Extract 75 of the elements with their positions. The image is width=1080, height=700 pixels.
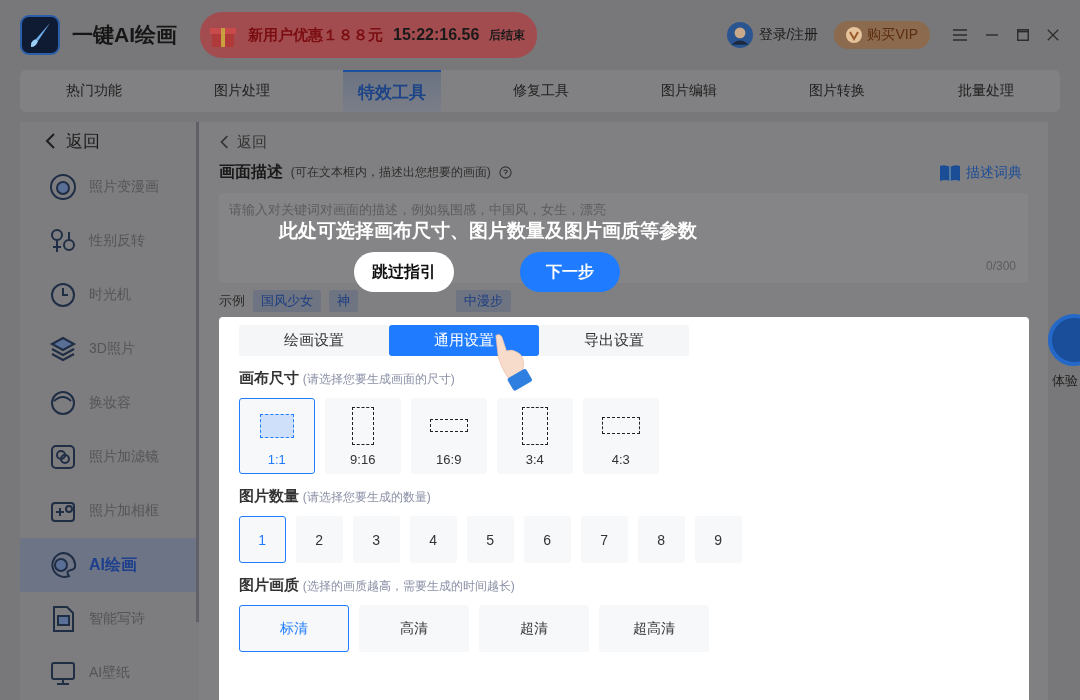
settings-tab[interactable]: 绘画设置 <box>238 325 389 356</box>
quality-option[interactable]: 超高清 <box>598 605 709 652</box>
section-hint: (请选择您要生成画面的尺寸) <box>302 371 455 388</box>
monitor-icon <box>49 659 77 687</box>
canvas-size-option[interactable]: 9:16 <box>324 398 401 474</box>
image-count-option[interactable]: 7 <box>580 516 628 563</box>
nav-tab[interactable]: 批量处理 <box>911 70 1060 112</box>
guide-message: 此处可选择画布尺寸、图片数量及图片画质等参数 <box>278 219 697 243</box>
section-hint: (请选择您要生成的数量) <box>302 489 431 506</box>
promo-banner[interactable]: 新用户优惠１８８元 15:22:16.56 后结束 <box>200 12 538 58</box>
login-link[interactable]: 登录/注册 <box>758 26 819 44</box>
section-title: 图片数量 <box>238 487 299 506</box>
image-count-option[interactable]: 3 <box>352 516 400 563</box>
section-title: 图片画质 <box>238 576 299 595</box>
nav-tab[interactable]: 热门功能 <box>20 70 169 112</box>
vip-icon <box>846 27 863 43</box>
image-count-option[interactable]: 4 <box>409 516 457 563</box>
image-count-option[interactable]: 8 <box>637 516 685 563</box>
filter-icon <box>49 443 77 471</box>
image-count-option[interactable]: 6 <box>523 516 571 563</box>
example-tag[interactable]: 中漫步 <box>455 290 511 312</box>
app-title: 一键AI绘画 <box>72 22 177 48</box>
countdown-suffix: 后结束 <box>489 26 526 44</box>
buy-vip-button[interactable]: 购买VIP <box>834 21 930 49</box>
image-count-option[interactable]: 5 <box>466 516 514 563</box>
canvas-size-option[interactable]: 1:1 <box>238 398 315 474</box>
example-tag[interactable]: 神 <box>328 290 358 312</box>
aspect-ratio-icon <box>601 417 640 434</box>
help-icon[interactable] <box>498 166 512 179</box>
example-tag[interactable]: 国风少女 <box>252 290 321 312</box>
next-step-button[interactable]: 下一步 <box>519 252 620 292</box>
quality-option[interactable]: 标清 <box>238 605 349 652</box>
avatar-icon <box>726 22 753 48</box>
canvas-size-option[interactable]: 4:3 <box>582 398 659 474</box>
section-title: 画布尺寸 <box>238 369 299 388</box>
book-icon <box>939 163 961 182</box>
aspect-ratio-icon <box>521 406 548 445</box>
brush-logo-icon <box>20 15 60 55</box>
nav-tab[interactable]: 图片处理 <box>168 70 317 112</box>
chevron-left-icon <box>218 135 229 149</box>
maximize-icon[interactable] <box>1016 28 1030 42</box>
clock-icon <box>49 281 77 309</box>
floating-button-label: 体验 <box>1052 372 1078 390</box>
back-button[interactable]: 返回 <box>218 130 267 154</box>
back-button[interactable]: 返回 <box>20 122 199 160</box>
nav-tab[interactable]: 图片编辑 <box>615 70 764 112</box>
menu-icon[interactable] <box>952 27 968 43</box>
image-count-option[interactable]: 1 <box>238 516 286 563</box>
section-hint: (可在文本框内，描述出您想要的画面) <box>290 164 491 181</box>
layers-icon <box>49 335 77 363</box>
aspect-ratio-icon <box>259 413 294 438</box>
face-icon <box>49 389 77 417</box>
chevron-left-icon <box>44 133 56 149</box>
nav-tab[interactable]: 修复工具 <box>466 70 615 112</box>
section-title: 画面描述 <box>218 162 283 182</box>
quality-option[interactable]: 超清 <box>478 605 589 652</box>
dictionary-link[interactable]: 描述词典 <box>933 162 1028 183</box>
image-count-option[interactable]: 2 <box>295 516 343 563</box>
settings-tab[interactable]: 导出设置 <box>538 325 689 356</box>
aspect-ratio-icon <box>351 406 374 445</box>
nav-tab[interactable]: 图片转换 <box>763 70 912 112</box>
examples-label: 示例 <box>218 292 245 310</box>
canvas-size-option[interactable]: 16:9 <box>410 398 487 474</box>
image-count-option[interactable]: 9 <box>694 516 742 563</box>
settings-tab[interactable]: 通用设置 <box>388 325 539 356</box>
promo-text: 新用户优惠１８８元 <box>248 25 383 45</box>
countdown-text: 15:22:16.56 <box>393 26 480 44</box>
canvas-size-option[interactable]: 3:4 <box>496 398 573 474</box>
palette-icon <box>49 551 77 579</box>
quality-option[interactable]: 高清 <box>358 605 469 652</box>
skip-guide-button[interactable]: 跳过指引 <box>353 252 454 292</box>
section-hint: (选择的画质越高，需要生成的时间越长) <box>302 578 515 595</box>
aspect-ratio-icon <box>429 419 468 432</box>
gender-icon <box>49 227 77 255</box>
close-icon[interactable] <box>1046 28 1060 42</box>
